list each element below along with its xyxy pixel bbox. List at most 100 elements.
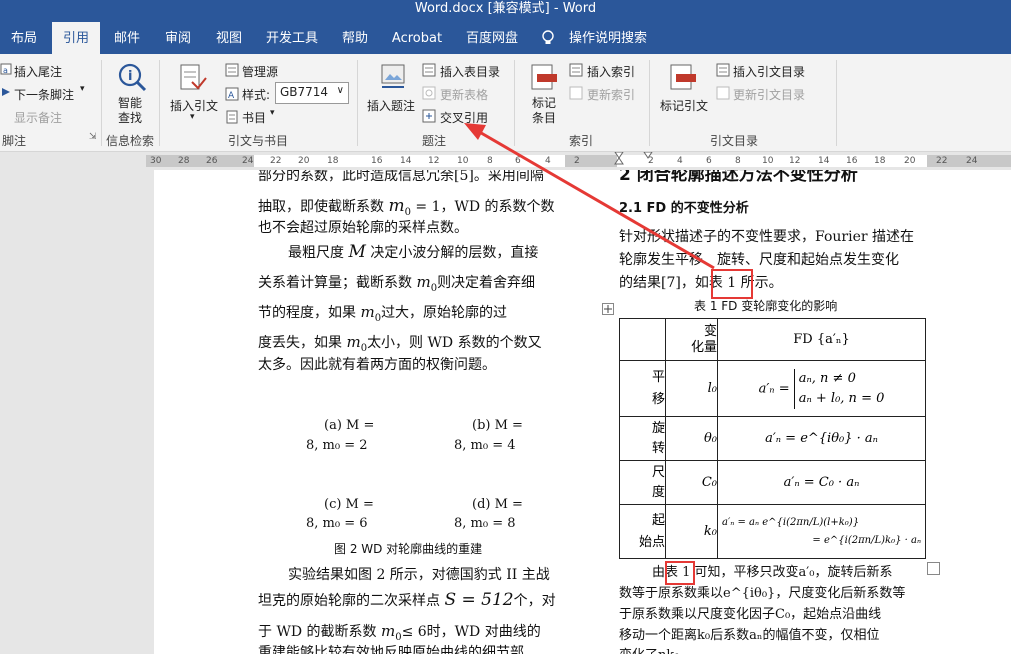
mark-entry-button[interactable]: 标记 条目 [532,96,556,126]
ruler-tick: 22 [936,156,948,166]
ruler-tick: 6 [515,156,521,166]
paragraph-line: 坦克的原始轮廓的二次采样点 S = 512个，对 [258,590,556,610]
cross-reference-button[interactable]: 交叉引用 [440,109,488,126]
tab-review[interactable]: 审阅 [155,22,201,54]
insert-caption-button[interactable]: 插入题注 [367,97,415,114]
bibliography-dropdown-icon[interactable]: ▾ [270,108,275,118]
table-move-handle-icon[interactable] [602,303,614,315]
table-cell: k₀ [665,504,718,559]
group-divider [101,60,102,146]
paragraph-line: 实验结果如图 2 所示，对德国豹式 II 主战 [288,567,550,583]
dialog-launcher-icon[interactable]: ⇲ [89,132,97,142]
tab-developer[interactable]: 开发工具 [258,22,326,54]
figure-caption: 图 2 WD 对轮廓曲线的重建 [334,542,483,556]
mark-citation-button[interactable]: 标记引文 [660,97,708,114]
ruler-tick: 22 [270,156,282,166]
cross-reference-icon [422,109,436,123]
index-group-label: 索引 [569,134,594,148]
paragraph-line: 针对形状描述子的不变性要求，Fourier 描述在 [619,229,914,245]
indent-marker-icon[interactable] [614,152,624,170]
ruler-tick: 10 [457,156,469,166]
table-cell: a′ₙ = C₀ · aₙ [717,460,926,505]
fd-table: 变 化量 FD {a′ₙ} 平 移 l₀ a′ₙ = aₙ, n ≠ 0 aₙ +… [619,318,926,559]
tell-me-search[interactable]: 操作说明搜索 [562,22,654,54]
subfigure-caption-b: 8, m₀ = 4 [454,438,516,453]
ruler-tick: 10 [762,156,774,166]
captions-group-label: 题注 [422,134,447,148]
table-resize-handle[interactable] [927,562,940,575]
ruler-tick: 20 [904,156,916,166]
insert-table-of-figures-button[interactable]: 插入表目录 [440,63,500,80]
style-label: 样式: [242,88,271,102]
table-cell: a′ₙ = aₙ, n ≠ 0 aₙ + l₀, n = 0 [717,360,926,417]
tab-help[interactable]: 帮助 [332,22,378,54]
horizontal-ruler[interactable]: 30 28 26 24 22 20 18 16 14 12 10 8 6 4 2… [0,152,1011,170]
next-footnote-icon [2,88,10,96]
svg-text:A: A [228,91,235,101]
ruler-tick: 24 [242,156,254,166]
update-toa-button: 更新引文目录 [733,88,806,102]
tab-mailings[interactable]: 邮件 [104,22,150,54]
insert-index-button[interactable]: 插入索引 [587,63,635,80]
next-footnote-dropdown-icon[interactable]: ▾ [80,84,85,94]
insert-citation-icon [180,64,207,90]
citations-group-label: 引文与书目 [228,134,289,148]
mark-entry-icon [531,64,557,90]
table-cell: 旋 转 [619,416,666,461]
ruler-tick: 14 [818,156,830,166]
table-cell: θ₀ [665,416,718,461]
update-table-icon [422,86,436,100]
insert-toa-icon [716,63,730,77]
bibliography-button[interactable]: 书目 [242,109,266,126]
smart-lookup-button[interactable]: 智能 查找 [118,96,142,126]
paragraph-line: 的结果[7]，如表 1 所示。 [619,275,783,291]
tab-view[interactable]: 视图 [206,22,252,54]
citation-style-select[interactable]: GB7714 ∨ [275,82,349,104]
tab-references[interactable]: 引用 [52,22,100,54]
ruler-tick: 12 [789,156,801,166]
ribbon: a 插入尾注 下一条脚注 ▾ 显示备注 脚注 ⇲ i 智能 查找 信息检索 插入… [0,54,1011,152]
table-caption: 表 1 FD 变轮廓变化的影响 [694,299,838,313]
paragraph-line: 最粗尺度 M 决定小波分解的层数，直接 [288,242,539,262]
smart-lookup-icon: i [118,63,147,92]
table-cell: a′ₙ = e^{iθ₀} · aₙ [717,416,926,461]
update-index-icon [569,86,583,100]
tab-layout[interactable]: 布局 [0,22,48,54]
table-cell: l₀ [665,360,718,417]
paragraph-line: 变化了nk₀。 [619,644,692,654]
paragraph-line: 部分的系数，此时造成信息冗余[5]。采用间隔 [258,170,544,184]
insert-endnote-button[interactable]: 插入尾注 [14,63,62,80]
ruler-tick: 4 [545,156,551,166]
tab-acrobat[interactable]: Acrobat [384,22,450,54]
paragraph-line: 太多。因此就有着两方面的权衡问题。 [258,357,496,373]
paragraph-line: 重建能够比较有效地反映原始曲线的细节部 [258,645,524,654]
group-divider [649,60,650,146]
document-page[interactable]: 部分的系数，此时造成信息冗余[5]。采用间隔 抽取，即使截断系数 m0 = 1，… [154,170,1011,654]
table-header-cell [619,318,666,361]
insert-citation-dropdown-icon[interactable]: ▾ [190,112,195,122]
chevron-down-icon: ∨ [336,85,344,96]
tab-baidu-netdisk[interactable]: 百度网盘 [456,22,528,54]
mark-citation-icon [670,64,696,90]
subfigure-caption-d: 8, m₀ = 8 [454,516,516,531]
ruler-tick: 2 [574,156,580,166]
group-divider [357,60,358,146]
svg-text:a: a [3,66,8,75]
insert-table-of-figures-icon [422,63,436,77]
next-footnote-button[interactable]: 下一条脚注 [14,86,74,103]
section-heading: 2 闭合轮廓描述方法不变性分析 [619,170,858,185]
table-cell: C₀ [665,460,718,505]
bibliography-icon [226,110,238,124]
research-group-label: 信息检索 [106,134,155,148]
first-line-indent-icon[interactable] [643,152,653,162]
footnotes-group-label: 脚注 [2,134,27,148]
ruler-tick: 8 [487,156,493,166]
manage-sources-button[interactable]: 管理源 [242,63,278,80]
insert-caption-icon [381,64,405,88]
subfigure-caption-c: 8, m₀ = 6 [306,516,368,531]
subfigure-caption-a: 8, m₀ = 2 [306,438,368,453]
manage-sources-icon [225,63,239,77]
insert-toa-button[interactable]: 插入引文目录 [733,63,805,80]
ruler-tick: 6 [706,156,712,166]
group-divider [836,60,837,146]
